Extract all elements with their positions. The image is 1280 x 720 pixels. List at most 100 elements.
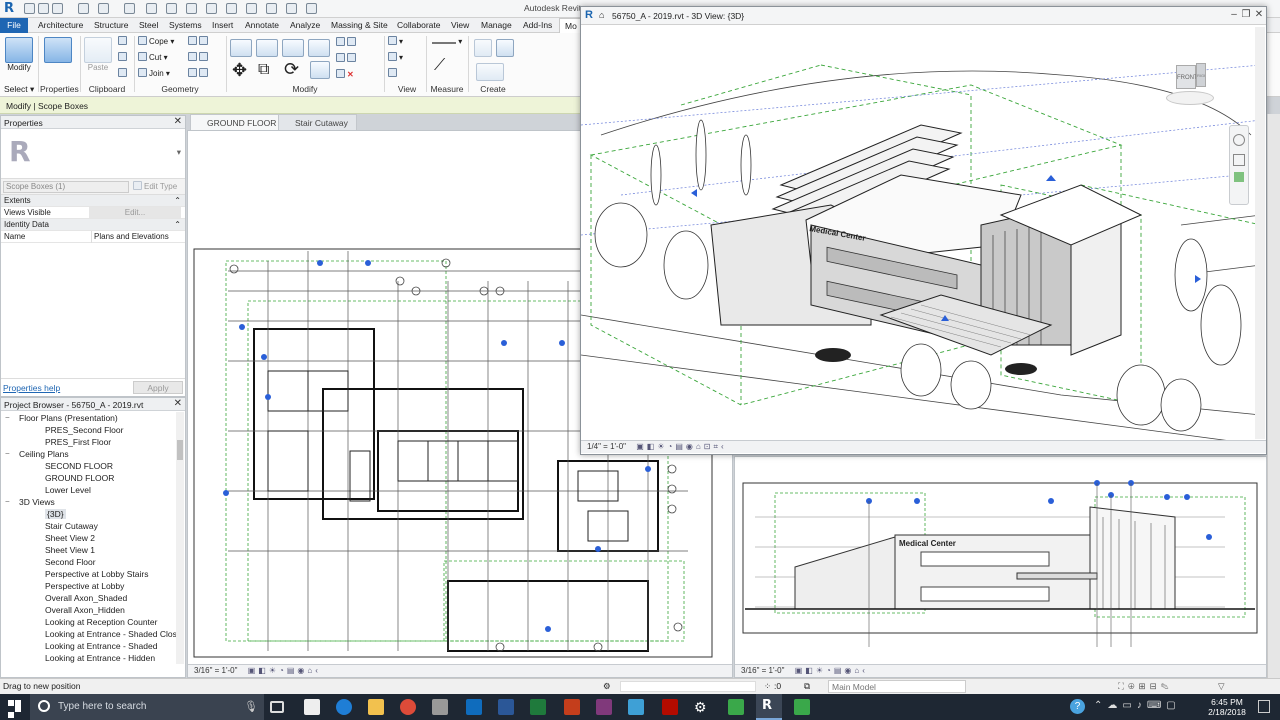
nav-options-icon[interactable] (1234, 172, 1244, 182)
join-button[interactable]: Join ▾ (138, 68, 170, 80)
create-assembly-icon[interactable] (474, 39, 492, 57)
delete-button[interactable]: ✕ (336, 69, 354, 81)
browser-item[interactable]: − Ceiling Plans (1, 448, 185, 460)
modify-button[interactable]: Modify (4, 35, 34, 81)
drawing-area-scrollbar[interactable] (1267, 114, 1280, 678)
select-dropdown[interactable]: Select ▾ (4, 84, 34, 95)
browser-item[interactable]: Second Floor (1, 556, 185, 568)
edit-views-button[interactable]: Edit... (89, 207, 181, 218)
redo-icon[interactable] (98, 3, 109, 14)
excel-icon[interactable] (530, 699, 546, 715)
revit-logo-icon[interactable]: R (4, 1, 18, 16)
calculator-icon[interactable] (304, 699, 320, 715)
workset-selector[interactable] (620, 681, 756, 692)
view-3d-window[interactable]: R ⌂ 56750_A - 2019.rvt - 3D View: {3D} –… (580, 6, 1267, 455)
viewcube-right-face[interactable]: RIGHT (1196, 63, 1206, 87)
open-icon[interactable] (24, 3, 35, 14)
view-tool-2[interactable]: ▾ (388, 52, 403, 64)
viewcube-front-face[interactable]: FRONT (1176, 65, 1198, 89)
text-icon[interactable] (186, 3, 197, 14)
offset-icon[interactable] (256, 39, 278, 57)
print-icon[interactable] (124, 3, 135, 14)
browser-item[interactable]: Perspective at Lobby Stairs (1, 568, 185, 580)
scale-button[interactable] (336, 53, 358, 65)
selection-filter-icons[interactable]: ⛶⊕⊞⊟✎ (1118, 679, 1172, 694)
type-image-area[interactable]: R ▾ (1, 129, 185, 179)
onenote-icon[interactable] (596, 699, 612, 715)
collapse-icon[interactable]: − (5, 448, 10, 460)
browser-item[interactable]: PRES_Second Floor (1, 424, 185, 436)
filter-icon[interactable]: ▽ (1218, 679, 1225, 694)
chrome-icon[interactable] (400, 699, 416, 715)
viewcube[interactable]: FRONT RIGHT (1166, 61, 1214, 105)
switch-windows-icon[interactable] (286, 3, 297, 14)
notifications-icon[interactable] (1258, 700, 1270, 713)
outlook-icon[interactable] (466, 699, 482, 715)
3d-view-icon[interactable] (206, 3, 217, 14)
close-icon[interactable]: ✕ (174, 398, 182, 409)
browser-item[interactable]: Sheet View 1 (1, 544, 185, 556)
powerpoint-icon[interactable] (564, 699, 580, 715)
cut-geometry-button[interactable]: Cut ▾ (138, 52, 168, 64)
help-icon[interactable]: ? (1070, 699, 1085, 714)
tab-analyze[interactable]: Analyze (285, 18, 325, 33)
tab-collaborate[interactable]: Collaborate (392, 18, 445, 33)
zoom-icon[interactable] (1233, 154, 1245, 166)
tab-architecture[interactable]: Architecture (33, 18, 88, 33)
geometry-tool-3[interactable] (188, 68, 210, 80)
split-button[interactable] (336, 37, 358, 49)
match-props-button[interactable] (118, 68, 129, 80)
task-view-icon[interactable] (270, 701, 284, 713)
tab-steel[interactable]: Steel (134, 18, 163, 33)
revit-taskbar-button[interactable]: R (756, 694, 782, 720)
browser-item[interactable]: GROUND FLOOR (1, 472, 185, 484)
create-group-icon[interactable] (476, 63, 504, 81)
name-field[interactable]: Plans and Elevations (91, 231, 169, 243)
copy-clip-button[interactable] (118, 52, 129, 64)
elevation-scale[interactable]: 3/16" = 1'-0" (741, 666, 784, 675)
edge-browser-icon[interactable] (336, 699, 352, 715)
copy-elements-icon[interactable]: ⧉ (258, 61, 269, 79)
type-selector[interactable]: Scope Boxes (1) (3, 181, 129, 193)
geometry-tool-1[interactable] (188, 36, 210, 48)
thin-lines-icon[interactable] (246, 3, 257, 14)
paste-button[interactable]: Paste (84, 35, 112, 81)
browser-item[interactable]: Stair Cutaway (1, 520, 185, 532)
snipping-tool-icon[interactable] (628, 699, 644, 715)
dimension-tool-icon[interactable]: ⟋ (434, 57, 445, 75)
taskbar-search-input[interactable]: Type here to search (30, 694, 264, 720)
section-identity-data[interactable]: Identity Data ⌃ (1, 219, 185, 231)
section-extents[interactable]: Extents ⌃ (1, 195, 185, 207)
tab-ground-floor[interactable]: GROUND FLOOR (190, 114, 286, 130)
settings-gear-icon[interactable]: ⚙ (694, 699, 710, 715)
browser-item[interactable]: Overall Axon_Hidden (1, 604, 185, 616)
measure-icon[interactable] (146, 3, 157, 14)
browser-item[interactable]: − Floor Plans (Presentation) (1, 412, 185, 424)
tab-structure[interactable]: Structure (89, 18, 134, 33)
mirror-axis-icon[interactable] (282, 39, 304, 57)
collapse-icon[interactable]: − (5, 412, 10, 424)
tab-add-ins[interactable]: Add-Ins (518, 18, 557, 33)
restore-icon[interactable]: ❐ (1239, 9, 1253, 22)
tab-stair-cutaway[interactable]: Stair Cutaway (278, 114, 357, 130)
close-hidden-icon[interactable] (266, 3, 277, 14)
viewcube-compass-ring[interactable] (1166, 91, 1214, 105)
view-tool-1[interactable]: ▾ (388, 36, 403, 48)
apply-button[interactable]: Apply (133, 381, 183, 394)
design-options-icon[interactable]: ⧉ (804, 679, 810, 694)
section-icon[interactable] (226, 3, 237, 14)
camtasia-recorder-icon[interactable] (794, 699, 810, 715)
create-parts-icon[interactable] (496, 39, 514, 57)
view-controls-icon[interactable]: ▣◧☀◔▤◉⌂‹ (248, 666, 321, 675)
collapse-icon[interactable]: − (5, 496, 10, 508)
properties-button[interactable] (42, 35, 74, 81)
close-icon[interactable]: ✕ (1252, 9, 1266, 22)
align-icon[interactable] (230, 39, 252, 57)
trim-icon[interactable] (310, 61, 330, 79)
dimension-icon[interactable] (166, 3, 177, 14)
scrollbar-thumb[interactable] (177, 440, 183, 460)
tab-systems[interactable]: Systems (164, 18, 207, 33)
browser-item[interactable]: Perspective at Lobby (1, 580, 185, 592)
browser-item[interactable]: Looking at Reception Counter (1, 616, 185, 628)
tab-insert[interactable]: Insert (207, 18, 238, 33)
